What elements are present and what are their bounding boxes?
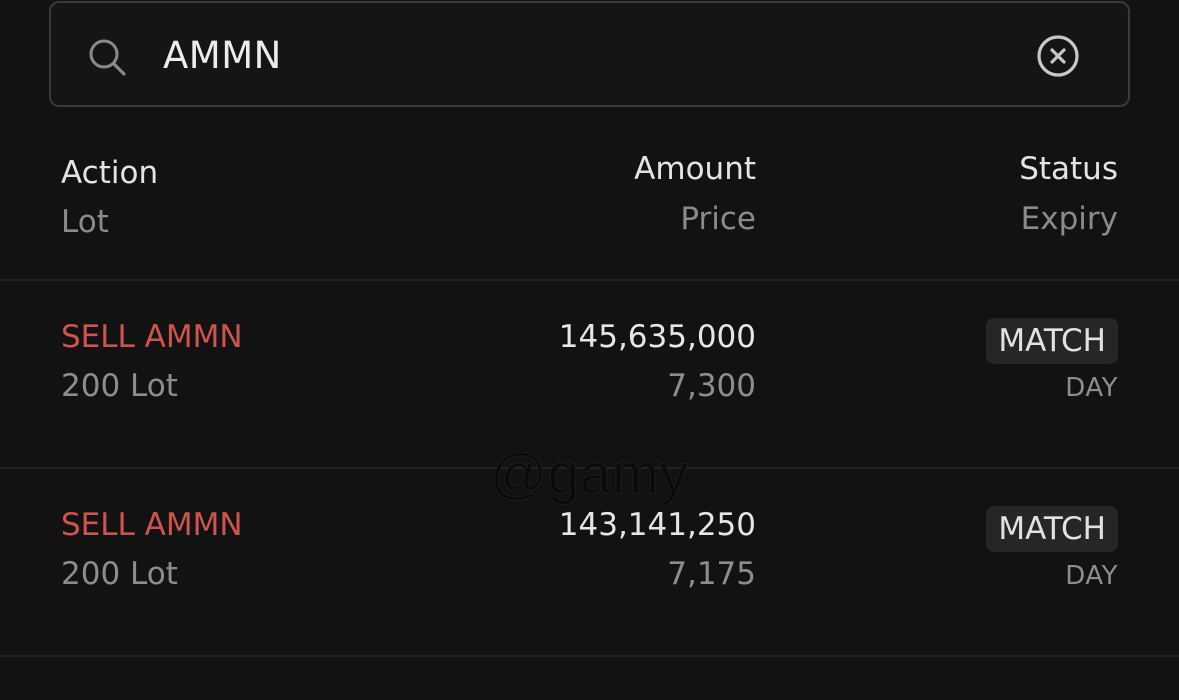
order-action: SELL AMMN: [61, 319, 243, 355]
header-expiry: Expiry: [1020, 201, 1118, 237]
watermark-text: @gamy: [490, 442, 689, 505]
header-divider: [0, 279, 1179, 281]
order-price: 7,175: [667, 556, 756, 592]
order-expiry: DAY: [1065, 561, 1118, 591]
order-amount: 145,635,000: [558, 319, 756, 355]
search-icon: [89, 39, 126, 76]
order-list-screen: Action Lot Amount Price Status Expiry SE…: [0, 0, 1179, 700]
row-divider: [0, 655, 1179, 657]
order-lot: 200 Lot: [61, 556, 178, 592]
header-price: Price: [680, 201, 756, 237]
header-lot: Lot: [61, 204, 109, 240]
order-expiry: DAY: [1065, 373, 1118, 403]
order-price: 7,300: [667, 368, 756, 404]
header-status: Status: [1019, 151, 1118, 187]
status-badge: MATCH: [986, 318, 1118, 364]
header-amount: Amount: [634, 151, 756, 187]
search-input[interactable]: [163, 27, 963, 83]
order-amount: 143,141,250: [558, 507, 756, 543]
order-action: SELL AMMN: [61, 507, 243, 543]
search-bar[interactable]: [49, 1, 1130, 107]
status-badge: MATCH: [986, 506, 1118, 552]
header-action: Action: [61, 155, 159, 191]
order-lot: 200 Lot: [61, 368, 178, 404]
clear-search-icon[interactable]: [1036, 34, 1080, 78]
